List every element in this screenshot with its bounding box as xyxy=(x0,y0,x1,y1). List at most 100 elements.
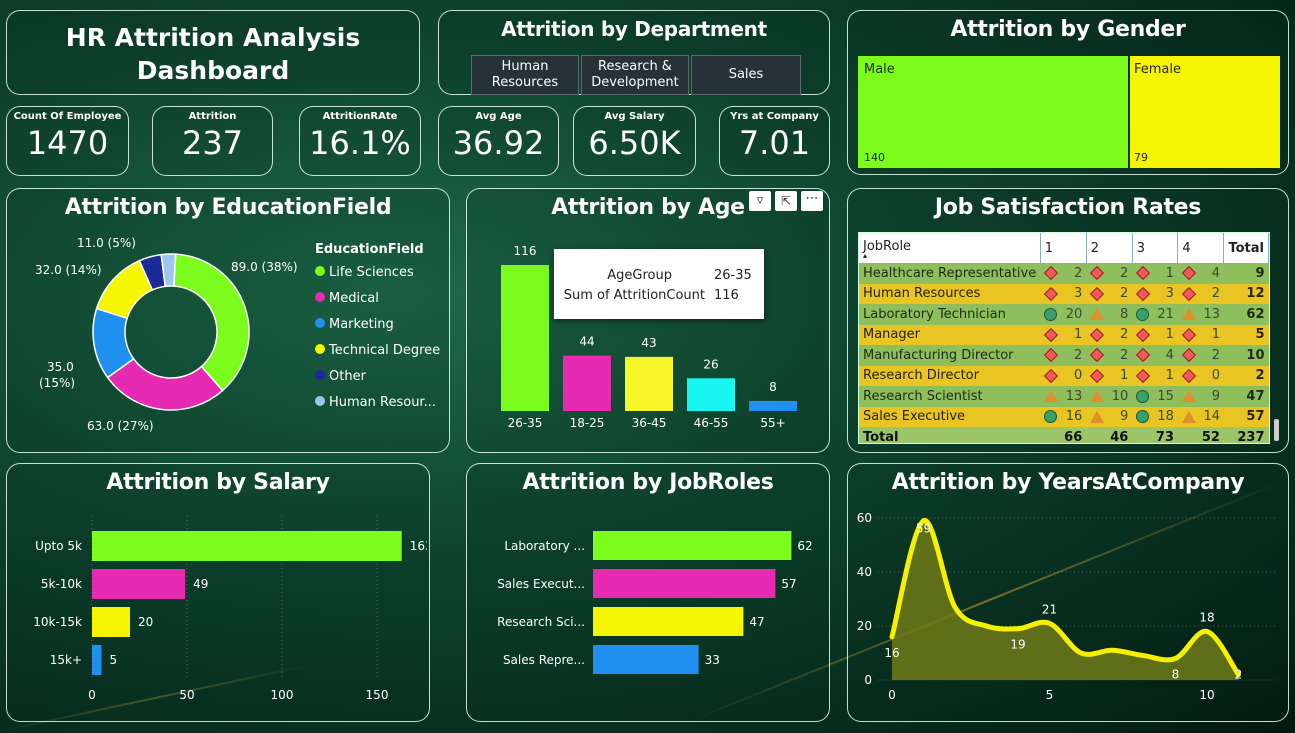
tooltip-value-2: 116 xyxy=(714,288,739,303)
header-3[interactable]: 3 xyxy=(1132,233,1179,263)
matrix-cell[interactable]: 1 xyxy=(1132,324,1178,345)
matrix-row[interactable]: Laboratory Technician 20 8 21 13 62 xyxy=(859,304,1269,325)
matrix-cell[interactable]: 14 xyxy=(1177,406,1224,427)
matrix-cell[interactable]: 10 xyxy=(1086,386,1133,407)
header-total[interactable]: Total xyxy=(1223,233,1269,263)
legend-item[interactable]: Marketing xyxy=(329,317,394,332)
matrix-row[interactable]: Manager 1 2 1 1 5 xyxy=(859,324,1269,345)
filter-icon[interactable]: ▿ xyxy=(749,191,771,211)
legend-item[interactable]: Medical xyxy=(329,291,379,306)
gender-male-value: 140 xyxy=(864,151,885,164)
salary-bar[interactable] xyxy=(92,531,402,561)
matrix-cell-value: 1 xyxy=(1165,265,1174,281)
matrix-row[interactable]: Manufacturing Director 2 2 4 2 10 xyxy=(859,345,1269,366)
matrix-cell[interactable]: 4 xyxy=(1132,345,1178,366)
matrix-cell[interactable]: 1 xyxy=(1086,365,1133,386)
matrix-cell[interactable]: 9 xyxy=(1086,406,1133,427)
jobrole-bar[interactable] xyxy=(593,607,744,636)
matrix-cell[interactable]: 9 xyxy=(1177,386,1224,407)
matrix-cell[interactable]: 1 xyxy=(1177,324,1224,345)
matrix-cell[interactable]: 2 xyxy=(1177,283,1224,304)
header-jobrole[interactable]: JobRole ▴ xyxy=(859,233,1041,263)
matrix-cell[interactable]: 0 xyxy=(1040,365,1087,386)
legend-item[interactable]: Technical Degree xyxy=(328,343,440,358)
matrix-cell[interactable]: 0 xyxy=(1177,365,1224,386)
salary-bars: 0 50 100 150 Upto 5k 163 5k-10k 49 10k-15k 20 15k+… xyxy=(33,516,427,702)
age-bar-18-25[interactable] xyxy=(563,355,611,411)
matrix-row-total: 62 xyxy=(1223,304,1269,325)
gender-treemap-female[interactable]: Female 79 xyxy=(1130,56,1280,168)
matrix-cell[interactable]: 2 xyxy=(1086,263,1133,284)
legend-item[interactable]: Life Sciences xyxy=(329,265,414,280)
education-title: Attrition by EducationField xyxy=(64,195,392,220)
more-options-icon[interactable]: ⋯ xyxy=(801,191,823,211)
matrix-cell[interactable]: 1 xyxy=(1132,365,1178,386)
kpi-value: 7.01 xyxy=(738,124,811,162)
matrix-cell[interactable]: 8 xyxy=(1086,304,1133,325)
matrix-cell[interactable]: 1 xyxy=(1040,324,1087,345)
matrix-cell[interactable]: 2 xyxy=(1040,345,1087,366)
donut-slice-life-sciences[interactable] xyxy=(172,253,250,392)
matrix-row-label: Laboratory Technician xyxy=(859,304,1041,325)
matrix-cell[interactable]: 3 xyxy=(1040,283,1087,304)
salary-bar-value: 20 xyxy=(138,615,153,629)
salary-bar[interactable] xyxy=(92,569,186,599)
matrix-cell[interactable]: 2 xyxy=(1177,345,1224,366)
legend-item[interactable]: Other xyxy=(329,369,367,384)
age-bar-55+[interactable] xyxy=(749,400,797,411)
matrix-cell[interactable]: 2 xyxy=(1086,324,1133,345)
matrix-cell[interactable]: 3 xyxy=(1132,283,1178,304)
matrix-cell[interactable]: 20 xyxy=(1040,304,1087,325)
salary-bar[interactable] xyxy=(92,645,102,675)
matrix-row[interactable]: Human Resources 3 2 3 2 12 xyxy=(859,283,1269,304)
focus-mode-icon[interactable]: ⇱ xyxy=(775,191,797,211)
matrix-row[interactable]: Healthcare Representative 2 2 1 4 9 xyxy=(859,263,1269,284)
matrix-cell[interactable]: 2 xyxy=(1086,345,1133,366)
education-donut-chart: 89.0 (38%) 63.0 (27%) 35.0 (15%) 32.0 (1… xyxy=(35,236,440,433)
matrix-cell[interactable]: 16 xyxy=(1040,406,1087,427)
header-2[interactable]: 2 xyxy=(1086,233,1133,263)
matrix-row-label: Research Scientist xyxy=(859,386,1041,407)
matrix-cell[interactable]: 13 xyxy=(1177,304,1224,325)
legend-item[interactable]: Human Resour... xyxy=(329,395,436,410)
matrix-cell-value: 8 xyxy=(1120,306,1129,322)
matrix-cell[interactable]: 2 xyxy=(1040,263,1087,284)
slicer-button-research-development[interactable]: Research & Development xyxy=(581,55,689,95)
age-axis-label: 18-25 xyxy=(570,416,605,430)
matrix-row[interactable]: Research Scientist 13 10 15 9 47 xyxy=(859,386,1269,407)
triangle-icon xyxy=(1181,308,1196,321)
matrix-cell-value: 2 xyxy=(1211,286,1220,302)
slicer-button-sales[interactable]: Sales xyxy=(691,55,801,95)
title-line-2: Dashboard xyxy=(136,56,290,85)
matrix-scrollbar[interactable] xyxy=(1274,419,1279,441)
matrix-cell[interactable]: 1 xyxy=(1132,263,1178,284)
kpi-label: Count Of Employee xyxy=(13,111,122,122)
matrix-cell[interactable]: 18 xyxy=(1132,406,1178,427)
matrix-row[interactable]: Research Director 0 1 1 0 2 xyxy=(859,365,1269,386)
slicer-button-human-resources[interactable]: Human Resources xyxy=(471,55,579,95)
matrix-cell[interactable]: 15 xyxy=(1132,386,1178,407)
jobrole-bar[interactable] xyxy=(593,645,699,674)
header-1[interactable]: 1 xyxy=(1040,233,1087,263)
matrix-row-total: 10 xyxy=(1223,345,1269,366)
matrix-cell[interactable]: 4 xyxy=(1177,263,1224,284)
matrix-row[interactable]: Sales Executive 16 9 18 14 57 xyxy=(859,406,1269,427)
age-bar-26-35[interactable] xyxy=(501,265,549,411)
age-axis-label: 26-35 xyxy=(508,416,543,430)
education-legend: Life Sciences Medical Marketing Technical D… xyxy=(315,265,440,410)
gender-treemap-male[interactable]: Male 140 xyxy=(858,56,1128,168)
age-bar-36-45[interactable] xyxy=(625,356,673,411)
jobrole-bar[interactable] xyxy=(593,531,792,560)
matrix-cell[interactable]: 21 xyxy=(1132,304,1178,325)
age-bar-value: 116 xyxy=(514,244,537,258)
header-4[interactable]: 4 xyxy=(1177,233,1225,263)
jobrole-bar-value: 62 xyxy=(797,539,812,553)
jobrole-category-label: Sales Repre... xyxy=(503,653,585,667)
matrix-cell[interactable]: 13 xyxy=(1040,386,1087,407)
jobrole-bar[interactable] xyxy=(593,569,776,598)
salary-bar[interactable] xyxy=(92,607,130,637)
salary-x-tick: 0 xyxy=(88,688,96,702)
age-bar-46-55[interactable] xyxy=(687,378,735,411)
matrix-cell[interactable]: 2 xyxy=(1086,283,1133,304)
matrix-cell-value: 9 xyxy=(1211,388,1220,404)
